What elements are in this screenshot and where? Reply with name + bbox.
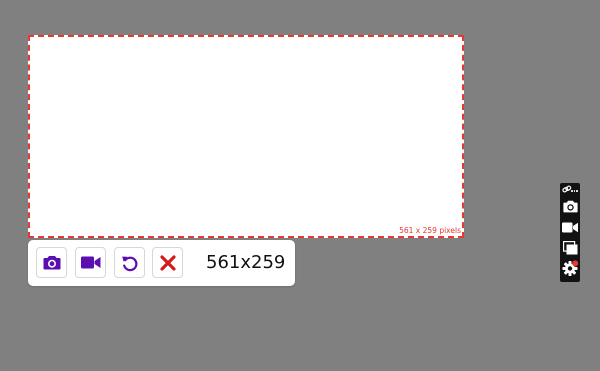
capture-toolbar: 561x259 <box>28 240 295 286</box>
cancel-button[interactable] <box>152 247 183 278</box>
capture-selection-area[interactable]: 561 x 259 pixels <box>28 35 464 238</box>
video-camera-icon <box>80 256 100 269</box>
panel-window-capture-button[interactable] <box>560 239 580 256</box>
panel-screenshot-button[interactable] <box>560 198 580 215</box>
more-icon[interactable] <box>571 190 578 192</box>
panel-header <box>560 185 580 195</box>
panel-settings-button[interactable] <box>560 259 580 278</box>
panel-record-button[interactable] <box>560 219 580 235</box>
window-icon <box>562 240 577 254</box>
selection-size-label: 561 x 259 pixels <box>399 226 461 235</box>
camera-icon <box>562 200 578 213</box>
gear-icon <box>562 260 578 276</box>
video-camera-icon <box>562 222 578 232</box>
screen-canvas: 561 x 259 pixels 561x259 <box>0 0 600 371</box>
reset-selection-button[interactable] <box>114 247 145 278</box>
extension-mini-panel <box>560 183 580 282</box>
capture-screenshot-button[interactable] <box>36 247 67 278</box>
close-icon <box>159 254 176 271</box>
undo-icon <box>121 256 137 271</box>
record-video-button[interactable] <box>75 247 106 278</box>
selection-dimensions: 561x259 <box>206 252 286 273</box>
camera-icon <box>43 256 60 270</box>
